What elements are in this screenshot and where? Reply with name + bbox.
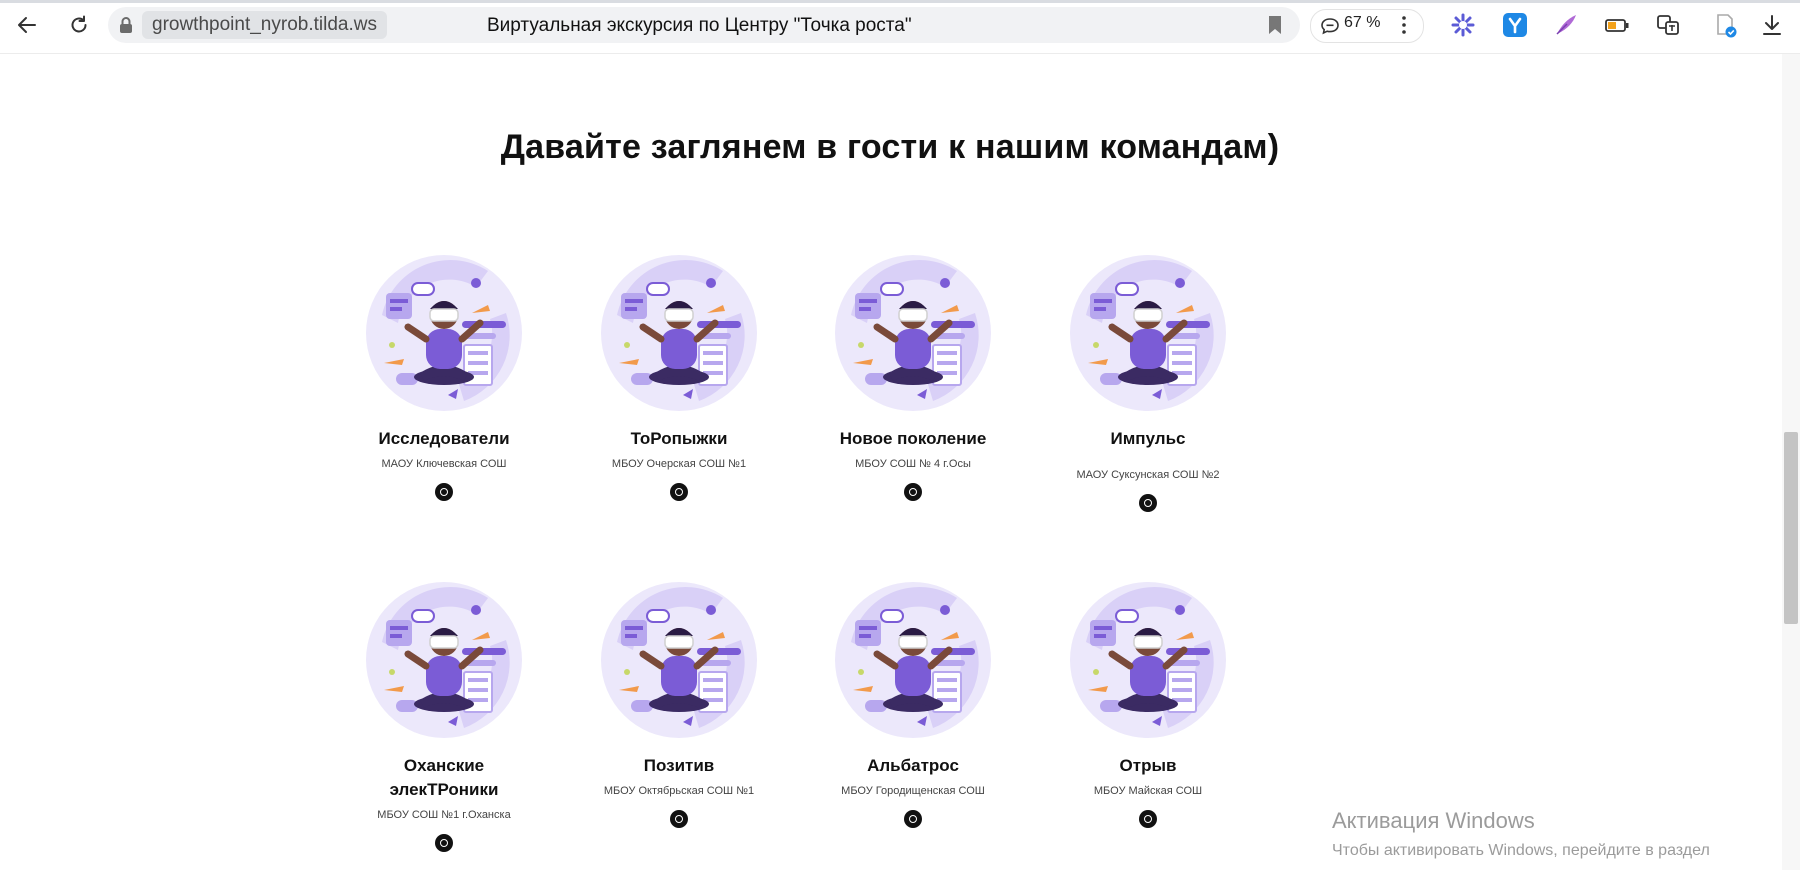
team-name: Позитив [643,756,715,775]
play-button[interactable] [904,810,922,828]
lock-icon[interactable] [116,15,136,35]
team-name: Отрыв [1119,756,1177,775]
yandex-logo-icon [1503,13,1527,37]
team-card: Отрыв МБОУ Майская СОШ [1053,580,1243,828]
team-name: Оханские элекТРоники [389,756,499,799]
vr-illustration-icon [1070,582,1226,738]
windows-activation-watermark: Активация Windows Чтобы активировать Win… [1332,807,1710,861]
play-circle-icon [909,815,917,823]
play-button[interactable] [670,483,688,501]
extension-pen-button[interactable] [1553,12,1579,38]
vr-illustration-icon [601,582,757,738]
asterisk-star-icon [1451,13,1475,37]
play-circle-icon [1144,815,1152,823]
watermark-title: Активация Windows [1332,808,1535,833]
protect-button[interactable] [1712,12,1738,38]
school-name: МБОУ СОШ № 4 г.Осы [855,458,971,470]
section-heading: Давайте заглянем в гости к нашим команда… [500,128,1280,166]
school-name: МБОУ Октябрьская СОШ №1 [603,785,755,797]
vr-illustration-icon [366,255,522,411]
school-name: МАОУ Ключевская СОШ [381,458,507,470]
team-name: Исследователи [378,429,510,448]
team-card: ТоРопыжки МБОУ Очерская СОШ №1 [584,253,774,501]
translate-button[interactable] [1655,12,1681,38]
play-button[interactable] [670,810,688,828]
battery-saver-button[interactable] [1604,12,1630,38]
school-name: МАОУ Суксунская СОШ №2 [1076,469,1220,481]
reload-button[interactable] [64,10,94,40]
chat-bubble-icon [1321,18,1339,35]
vr-illustration-icon [601,255,757,411]
bookmark-icon[interactable] [1264,14,1286,36]
team-card: Новое поколение МБОУ СОШ № 4 г.Осы [818,253,1008,501]
back-arrow-icon [18,17,36,33]
school-name: МБОУ Городищенская СОШ [841,785,985,797]
play-circle-icon [1144,499,1152,507]
downloads-button[interactable] [1759,12,1785,38]
tab-title: Виртуальная экскурсия по Центру "Точка р… [487,15,912,36]
vr-illustration-icon [835,255,991,411]
document-check-icon [1717,14,1737,38]
feather-pen-icon [1556,15,1576,35]
team-card: Исследователи МАОУ Ключевская СОШ [349,253,539,501]
play-circle-icon [909,488,917,496]
team-name: ТоРопыжки [630,429,728,448]
vr-illustration-icon [366,582,522,738]
download-icon [1763,15,1781,35]
translate-icon [1657,15,1679,35]
team-card: Оханские элекТРоники МБОУ СОШ №1 г.Оханск… [349,580,539,852]
team-name: Импульс [1110,429,1186,448]
play-button[interactable] [435,483,453,501]
vr-illustration-icon [835,582,991,738]
vr-illustration-icon [1070,255,1226,411]
play-circle-icon [675,488,683,496]
battery-icon [1605,19,1629,32]
scrollbar-thumb[interactable] [1784,432,1798,624]
extension-alice-button[interactable] [1450,12,1476,38]
play-button[interactable] [904,483,922,501]
back-button[interactable] [12,10,42,40]
play-circle-icon [675,815,683,823]
extension-yandex-button[interactable] [1502,12,1528,38]
play-circle-icon [440,839,448,847]
url-text[interactable]: growthpoint_nyrob.tilda.ws [142,11,387,39]
team-card: Альбатрос МБОУ Городищенская СОШ [818,580,1008,828]
play-button[interactable] [1139,494,1157,512]
school-name: МБОУ Очерская СОШ №1 [611,458,747,470]
zoom-level: 67 % [1344,14,1381,31]
team-name: Альбатрос [867,756,959,775]
reload-icon [71,15,87,33]
team-name: Новое поколение [839,429,987,448]
school-name: МБОУ СОШ №1 г.Оханска [377,809,511,821]
watermark-subtitle: Чтобы активировать Windows, перейдите в … [1332,842,1710,859]
play-button[interactable] [435,834,453,852]
team-card: Позитив МБОУ Октябрьская СОШ №1 [584,580,774,828]
school-name: МБОУ Майская СОШ [1093,785,1203,797]
play-button[interactable] [1139,810,1157,828]
more-options-icon[interactable] [1394,14,1414,36]
play-circle-icon [440,488,448,496]
team-card: Импульс МАОУ Суксунская СОШ №2 [1053,253,1243,512]
